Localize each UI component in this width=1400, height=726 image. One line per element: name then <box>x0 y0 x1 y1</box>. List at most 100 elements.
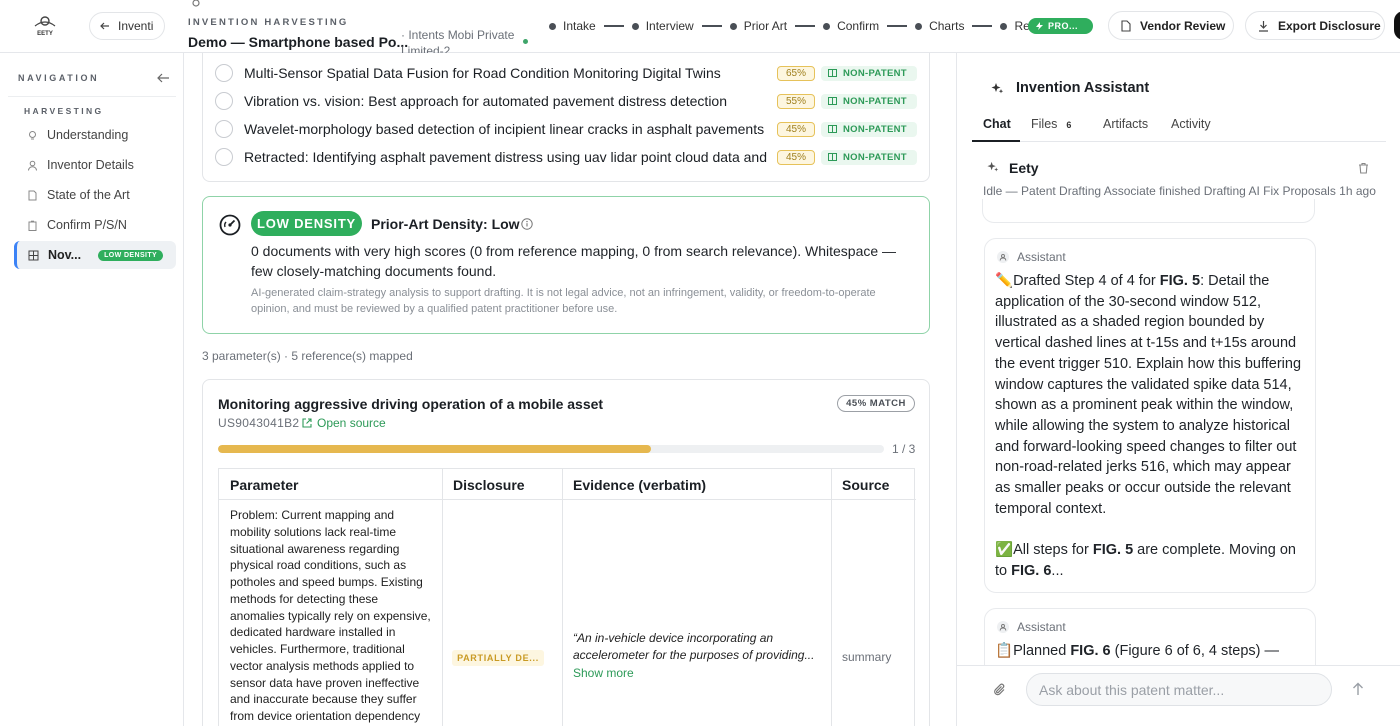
app-logo[interactable]: EETY <box>30 14 60 38</box>
evidence-cell: “An in-vehicle device incorporating an a… <box>573 631 815 662</box>
info-icon[interactable] <box>521 218 533 230</box>
top-bar: EETY Inventi INVENTION HARVESTING Demo —… <box>0 0 1400 58</box>
check-icon: ✅ <box>995 542 1014 559</box>
active-tab-indicator <box>972 140 1020 142</box>
reference-score: 55% <box>777 93 815 109</box>
sidebar-item-inventor-details[interactable]: Inventor Details <box>14 151 176 179</box>
tab-chat[interactable]: Chat <box>983 117 1011 131</box>
show-more-link[interactable]: Show more <box>573 666 634 680</box>
step-dot <box>823 22 831 30</box>
reference-radio[interactable] <box>215 92 233 110</box>
reference-tag-label: NON-PATENT <box>843 95 907 107</box>
assistant-avatar-icon <box>997 621 1009 633</box>
paperclip-icon[interactable] <box>993 682 1007 698</box>
reference-title[interactable]: Multi-Sensor Spatial Data Fusion for Roa… <box>244 65 770 81</box>
column-divider <box>831 469 832 726</box>
match-progress-bar <box>218 445 884 453</box>
reference-radio[interactable] <box>215 148 233 166</box>
reference-title[interactable]: Vibration vs. vision: Best approach for … <box>244 93 770 109</box>
tab-label: Chat <box>983 117 1011 131</box>
reference-match-card: Monitoring aggressive driving operation … <box>202 379 930 726</box>
pro-badge[interactable]: PRO... <box>1028 18 1093 34</box>
message-body: ✏️Drafted Step 4 of 4 for FIG. 5: Detail… <box>995 271 1309 582</box>
step-label: Charts <box>929 19 965 33</box>
step-label: Confirm <box>837 19 880 33</box>
sidebar-item-label: Confirm P/S/N <box>47 218 127 232</box>
column-header: Disclosure <box>442 469 562 500</box>
send-icon[interactable] <box>1352 682 1364 696</box>
low-density-pill: LOW DENSITY <box>251 211 362 236</box>
external-link-icon <box>302 418 312 428</box>
message-text: All steps for <box>1013 542 1093 559</box>
mapping-table: Parameter Disclosure Evidence (verbatim)… <box>218 468 916 726</box>
sidebar-item-novelty[interactable]: Nov... LOW DENSITY <box>14 241 176 269</box>
message-text: : Detail the application of the 30-secon… <box>995 273 1302 517</box>
book-icon <box>828 153 837 161</box>
clipboard-icon <box>27 220 38 231</box>
main-content: Multi-Sensor Spatial Data Fusion for Roa… <box>185 53 955 726</box>
step-label: Prior Art <box>743 19 788 33</box>
sparkle-icon <box>991 82 1004 95</box>
message-header: Assistant <box>997 250 1066 264</box>
sidebar-item-confirm-psn[interactable]: Confirm P/S/N <box>14 211 176 239</box>
agent-name: Eety <box>1009 160 1039 176</box>
step-charts[interactable]: Charts <box>915 19 964 33</box>
tab-artifacts[interactable]: Artifacts <box>1103 117 1148 131</box>
step-confirm[interactable]: Confirm <box>823 19 879 33</box>
clipboard-icon: 📋 <box>995 643 1014 659</box>
reference-score: 45% <box>777 149 815 165</box>
message-role: Assistant <box>1017 250 1066 264</box>
step-label: Interview <box>645 19 694 33</box>
sidebar: NAVIGATION HARVESTING Understanding Inve… <box>0 53 184 726</box>
match-title: Monitoring aggressive driving operation … <box>218 396 604 412</box>
pin-icon[interactable] <box>190 0 202 10</box>
back-button[interactable]: Inventi <box>89 12 165 40</box>
reference-row[interactable]: Retracted: Identifying asphalt pavement … <box>215 145 917 169</box>
matter-title: Demo — Smartphone based Po... <box>188 34 409 50</box>
non-patent-tag: NON-PATENT <box>821 93 917 109</box>
step-intake[interactable]: Intake <box>549 19 596 33</box>
open-source-link[interactable]: Open source <box>302 416 386 430</box>
column-header: Evidence (verbatim) <box>562 469 831 500</box>
step-dot <box>729 22 737 30</box>
book-icon <box>828 69 837 77</box>
reference-title[interactable]: Retracted: Identifying asphalt pavement … <box>244 149 770 165</box>
user-icon <box>27 160 38 171</box>
reference-radio[interactable] <box>215 64 233 82</box>
tab-label: Artifacts <box>1103 117 1149 131</box>
reference-row[interactable]: Wavelet-morphology based detection of in… <box>215 117 917 141</box>
assistant-panel: Invention Assistant Chat Files 6 Artifact… <box>956 53 1400 726</box>
trash-icon[interactable] <box>1358 162 1369 174</box>
reference-score: 45% <box>777 121 815 137</box>
figure-ref: FIG. 5 <box>1159 273 1201 289</box>
non-patent-tag: NON-PATENT <box>821 149 917 165</box>
sidebar-item-state-of-the-art[interactable]: State of the Art <box>14 181 176 209</box>
previous-message <box>982 199 1315 223</box>
pager[interactable]: 1 / 3 <box>892 442 915 456</box>
file-icon <box>27 190 38 201</box>
reference-title[interactable]: Wavelet-morphology based detection of in… <box>244 121 770 137</box>
reference-row[interactable]: Multi-Sensor Spatial Data Fusion for Roa… <box>215 61 917 85</box>
collapse-sidebar-icon[interactable] <box>156 72 170 84</box>
sidebar-item-understanding[interactable]: Understanding <box>14 121 176 149</box>
back-button-label: Inventi <box>118 19 154 33</box>
step-prior-art[interactable]: Prior Art <box>729 19 788 33</box>
assistant-message: Assistant 📋Planned FIG. 6 (Figure 6 of 6… <box>984 608 1316 665</box>
reference-tag-label: NON-PATENT <box>843 67 907 79</box>
vendor-review-button[interactable]: Vendor Review <box>1108 11 1234 40</box>
assistant-title: Invention Assistant <box>1016 80 1150 96</box>
figure-ref: FIG. 6 <box>1011 562 1052 579</box>
tab-files[interactable]: Files 6 <box>1031 117 1071 131</box>
tab-activity[interactable]: Activity <box>1171 117 1211 131</box>
step-interview[interactable]: Interview <box>631 19 694 33</box>
chat-composer <box>957 665 1400 726</box>
reference-radio[interactable] <box>215 120 233 138</box>
step-connector <box>701 25 722 27</box>
sidebar-heading: NAVIGATION <box>18 73 100 83</box>
figure-ref: FIG. 6 <box>1070 643 1111 659</box>
account-button[interactable] <box>1394 11 1400 40</box>
chat-input[interactable] <box>1026 673 1332 706</box>
reference-row[interactable]: Vibration vs. vision: Best approach for … <box>215 89 917 113</box>
column-divider <box>442 469 443 726</box>
export-disclosure-button[interactable]: Export Disclosure <box>1245 11 1385 40</box>
